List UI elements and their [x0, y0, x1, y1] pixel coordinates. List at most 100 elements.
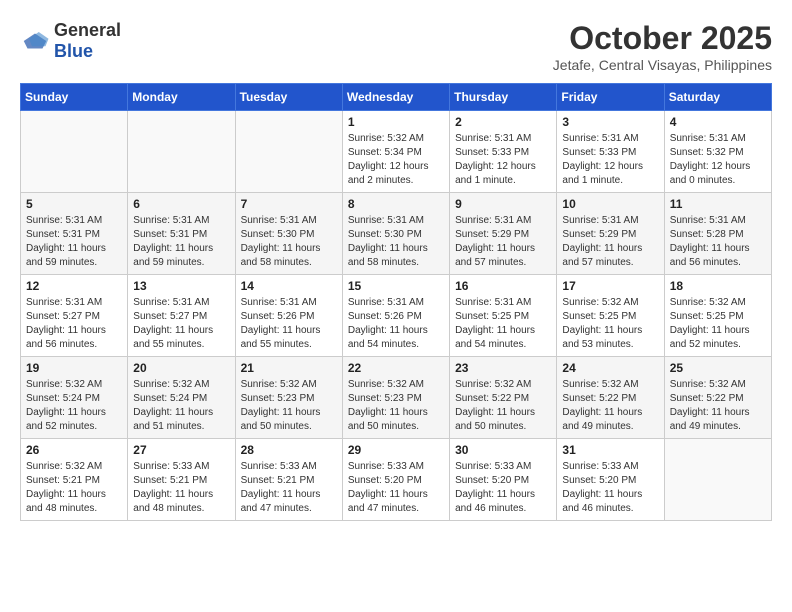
calendar-cell: 27 Sunrise: 5:33 AMSunset: 5:21 PMDayligh… — [128, 439, 235, 521]
day-info: Sunrise: 5:32 AMSunset: 5:21 PMDaylight:… — [26, 460, 122, 516]
page-header: General Blue October 2025 Jetafe, Centra… — [20, 20, 772, 73]
day-info: Sunrise: 5:33 AMSunset: 5:20 PMDaylight:… — [348, 460, 444, 516]
day-info: Sunrise: 5:31 AMSunset: 5:33 PMDaylight:… — [562, 132, 658, 188]
day-number: 8 — [348, 197, 444, 211]
day-info: Sunrise: 5:31 AMSunset: 5:33 PMDaylight:… — [455, 132, 551, 188]
calendar-cell — [21, 111, 128, 193]
calendar-cell: 8 Sunrise: 5:31 AMSunset: 5:30 PMDaylight… — [342, 193, 449, 275]
col-tuesday: Tuesday — [235, 84, 342, 111]
calendar-cell: 19 Sunrise: 5:32 AMSunset: 5:24 PMDayligh… — [21, 357, 128, 439]
day-number: 25 — [670, 361, 766, 375]
calendar-cell: 21 Sunrise: 5:32 AMSunset: 5:23 PMDayligh… — [235, 357, 342, 439]
day-number: 7 — [241, 197, 337, 211]
calendar-cell: 2 Sunrise: 5:31 AMSunset: 5:33 PMDaylight… — [450, 111, 557, 193]
calendar-cell: 25 Sunrise: 5:32 AMSunset: 5:22 PMDayligh… — [664, 357, 771, 439]
logo: General Blue — [20, 20, 121, 62]
col-monday: Monday — [128, 84, 235, 111]
calendar-cell: 15 Sunrise: 5:31 AMSunset: 5:26 PMDayligh… — [342, 275, 449, 357]
day-info: Sunrise: 5:31 AMSunset: 5:29 PMDaylight:… — [455, 214, 551, 270]
day-info: Sunrise: 5:31 AMSunset: 5:26 PMDaylight:… — [241, 296, 337, 352]
day-info: Sunrise: 5:31 AMSunset: 5:28 PMDaylight:… — [670, 214, 766, 270]
day-info: Sunrise: 5:33 AMSunset: 5:20 PMDaylight:… — [455, 460, 551, 516]
day-info: Sunrise: 5:31 AMSunset: 5:26 PMDaylight:… — [348, 296, 444, 352]
day-number: 3 — [562, 115, 658, 129]
logo-general: General — [54, 20, 121, 40]
week-row-4: 19 Sunrise: 5:32 AMSunset: 5:24 PMDayligh… — [21, 357, 772, 439]
col-sunday: Sunday — [21, 84, 128, 111]
calendar-cell: 12Sunrise: 5:31 AMSunset: 5:27 PMDayligh… — [21, 275, 128, 357]
calendar-cell: 6Sunrise: 5:31 AMSunset: 5:31 PMDaylight… — [128, 193, 235, 275]
day-number: 2 — [455, 115, 551, 129]
week-row-5: 26 Sunrise: 5:32 AMSunset: 5:21 PMDayligh… — [21, 439, 772, 521]
day-info: Sunrise: 5:33 AMSunset: 5:20 PMDaylight:… — [562, 460, 658, 516]
day-number: 13 — [133, 279, 229, 293]
day-number: 9 — [455, 197, 551, 211]
calendar-cell: 9 Sunrise: 5:31 AMSunset: 5:29 PMDaylight… — [450, 193, 557, 275]
day-number: 24 — [562, 361, 658, 375]
col-friday: Friday — [557, 84, 664, 111]
day-number: 23 — [455, 361, 551, 375]
calendar-cell: 4 Sunrise: 5:31 AMSunset: 5:32 PMDaylight… — [664, 111, 771, 193]
day-info: Sunrise: 5:31 AMSunset: 5:25 PMDaylight:… — [455, 296, 551, 352]
day-info: Sunrise: 5:32 AMSunset: 5:25 PMDaylight:… — [670, 296, 766, 352]
calendar-cell: 13 Sunrise: 5:31 AMSunset: 5:27 PMDayligh… — [128, 275, 235, 357]
day-number: 22 — [348, 361, 444, 375]
day-info: Sunrise: 5:31 AMSunset: 5:27 PMDaylight:… — [133, 296, 229, 352]
day-info: Sunrise: 5:31 AMSunset: 5:31 PMDaylight:… — [26, 214, 122, 270]
calendar-cell — [128, 111, 235, 193]
col-thursday: Thursday — [450, 84, 557, 111]
day-info: Sunrise: 5:32 AMSunset: 5:25 PMDaylight:… — [562, 296, 658, 352]
calendar-cell: 20 Sunrise: 5:32 AMSunset: 5:24 PMDayligh… — [128, 357, 235, 439]
day-info: Sunrise: 5:32 AMSunset: 5:24 PMDaylight:… — [133, 378, 229, 434]
logo-blue: Blue — [54, 41, 93, 61]
calendar-header: Sunday Monday Tuesday Wednesday Thursday… — [21, 84, 772, 111]
header-row: Sunday Monday Tuesday Wednesday Thursday… — [21, 84, 772, 111]
day-number: 6 — [133, 197, 229, 211]
day-number: 1 — [348, 115, 444, 129]
day-number: 11 — [670, 197, 766, 211]
day-number: 19 — [26, 361, 122, 375]
calendar-cell: 28 Sunrise: 5:33 AMSunset: 5:21 PMDayligh… — [235, 439, 342, 521]
day-number: 20 — [133, 361, 229, 375]
calendar-body: 1 Sunrise: 5:32 AMSunset: 5:34 PMDaylight… — [21, 111, 772, 521]
day-number: 21 — [241, 361, 337, 375]
day-info: Sunrise: 5:31 AMSunset: 5:32 PMDaylight:… — [670, 132, 766, 188]
day-number: 4 — [670, 115, 766, 129]
day-info: Sunrise: 5:31 AMSunset: 5:29 PMDaylight:… — [562, 214, 658, 270]
calendar-cell: 30Sunrise: 5:33 AMSunset: 5:20 PMDayligh… — [450, 439, 557, 521]
calendar-cell: 14Sunrise: 5:31 AMSunset: 5:26 PMDayligh… — [235, 275, 342, 357]
day-info: Sunrise: 5:31 AMSunset: 5:30 PMDaylight:… — [241, 214, 337, 270]
day-info: Sunrise: 5:32 AMSunset: 5:22 PMDaylight:… — [562, 378, 658, 434]
calendar-table: Sunday Monday Tuesday Wednesday Thursday… — [20, 83, 772, 521]
day-info: Sunrise: 5:32 AMSunset: 5:23 PMDaylight:… — [241, 378, 337, 434]
calendar-cell: 26 Sunrise: 5:32 AMSunset: 5:21 PMDayligh… — [21, 439, 128, 521]
day-number: 5 — [26, 197, 122, 211]
calendar-cell: 10Sunrise: 5:31 AMSunset: 5:29 PMDayligh… — [557, 193, 664, 275]
calendar-cell: 3 Sunrise: 5:31 AMSunset: 5:33 PMDaylight… — [557, 111, 664, 193]
logo-text: General Blue — [54, 20, 121, 62]
day-number: 16 — [455, 279, 551, 293]
day-info: Sunrise: 5:33 AMSunset: 5:21 PMDaylight:… — [133, 460, 229, 516]
calendar-cell: 23Sunrise: 5:32 AMSunset: 5:22 PMDayligh… — [450, 357, 557, 439]
month-title: October 2025 — [553, 20, 772, 57]
calendar-cell: 18Sunrise: 5:32 AMSunset: 5:25 PMDayligh… — [664, 275, 771, 357]
day-info: Sunrise: 5:33 AMSunset: 5:21 PMDaylight:… — [241, 460, 337, 516]
day-info: Sunrise: 5:32 AMSunset: 5:24 PMDaylight:… — [26, 378, 122, 434]
day-info: Sunrise: 5:31 AMSunset: 5:30 PMDaylight:… — [348, 214, 444, 270]
calendar-cell: 7 Sunrise: 5:31 AMSunset: 5:30 PMDaylight… — [235, 193, 342, 275]
day-info: Sunrise: 5:32 AMSunset: 5:23 PMDaylight:… — [348, 378, 444, 434]
day-number: 26 — [26, 443, 122, 457]
col-wednesday: Wednesday — [342, 84, 449, 111]
day-number: 28 — [241, 443, 337, 457]
calendar-cell: 31 Sunrise: 5:33 AMSunset: 5:20 PMDayligh… — [557, 439, 664, 521]
day-number: 27 — [133, 443, 229, 457]
day-info: Sunrise: 5:32 AMSunset: 5:34 PMDaylight:… — [348, 132, 444, 188]
day-info: Sunrise: 5:31 AMSunset: 5:27 PMDaylight:… — [26, 296, 122, 352]
calendar-cell — [235, 111, 342, 193]
day-number: 15 — [348, 279, 444, 293]
day-number: 31 — [562, 443, 658, 457]
calendar-cell: 17Sunrise: 5:32 AMSunset: 5:25 PMDayligh… — [557, 275, 664, 357]
calendar-cell: 5 Sunrise: 5:31 AMSunset: 5:31 PMDaylight… — [21, 193, 128, 275]
calendar-cell — [664, 439, 771, 521]
day-info: Sunrise: 5:32 AMSunset: 5:22 PMDaylight:… — [670, 378, 766, 434]
